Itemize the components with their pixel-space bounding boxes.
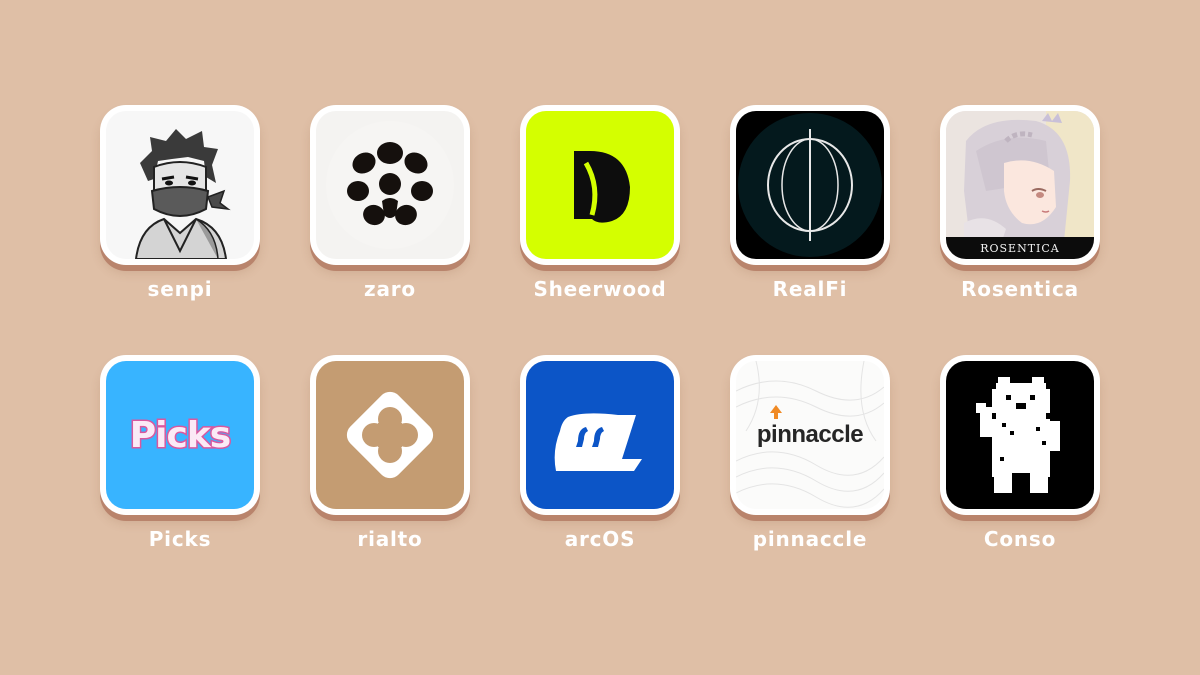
picks-logo-text: Picks	[128, 413, 232, 457]
app-tile[interactable]	[730, 105, 890, 265]
app-tile[interactable]	[100, 105, 260, 265]
app-tile[interactable]	[310, 105, 470, 265]
ninja-avatar-icon	[106, 111, 254, 259]
app-label: arcOS	[564, 527, 636, 551]
app-tile[interactable]: Picks	[100, 355, 260, 515]
app-arcos[interactable]: arcOS	[515, 355, 685, 551]
diamond-clover-icon	[316, 361, 464, 509]
app-label: Picks	[148, 527, 212, 551]
app-label: zaro	[364, 277, 416, 301]
app-pinnaccle[interactable]: pinnaccle pinnaccle	[725, 355, 895, 551]
pinnaccle-logo-text: pinnaccle	[756, 421, 864, 448]
phi-circle-icon	[736, 111, 884, 259]
rosentica-logo-banner: ROSENTICA	[946, 237, 1094, 259]
app-tile[interactable]	[520, 105, 680, 265]
app-label: rialto	[357, 527, 423, 551]
app-rialto[interactable]: rialto	[305, 355, 475, 551]
app-label: RealFi	[772, 277, 848, 301]
d-letter-icon	[526, 111, 674, 259]
app-label: Rosentica	[961, 277, 1079, 301]
app-tile[interactable]	[310, 355, 470, 515]
app-label: Sheerwood	[533, 277, 667, 301]
app-tile[interactable]: ROSENTICA	[940, 105, 1100, 265]
app-zaro[interactable]: zaro	[305, 105, 475, 301]
app-label: pinnaccle	[752, 527, 868, 551]
app-picks[interactable]: Picks Picks	[95, 355, 265, 551]
app-senpi[interactable]: senpi	[95, 105, 265, 301]
app-tile[interactable]: pinnaccle	[730, 355, 890, 515]
picks-logo-icon: Picks	[106, 361, 254, 509]
app-rosentica[interactable]: ROSENTICA Rosentica	[935, 105, 1105, 301]
pixel-bear-icon	[946, 361, 1094, 509]
app-label: senpi	[147, 277, 213, 301]
arc-quote-icon	[526, 361, 674, 509]
app-realfi[interactable]: RealFi	[725, 105, 895, 301]
app-conso[interactable]: Conso	[935, 355, 1105, 551]
pinnaccle-logo-icon: pinnaccle	[736, 361, 884, 509]
anime-girl-icon: ROSENTICA	[946, 111, 1094, 259]
flower-dots-icon	[316, 111, 464, 259]
app-tile[interactable]	[520, 355, 680, 515]
app-sheerwood[interactable]: Sheerwood	[515, 105, 685, 301]
app-label: Conso	[983, 527, 1057, 551]
rosentica-logo-text: ROSENTICA	[980, 241, 1060, 255]
app-tile[interactable]	[940, 355, 1100, 515]
